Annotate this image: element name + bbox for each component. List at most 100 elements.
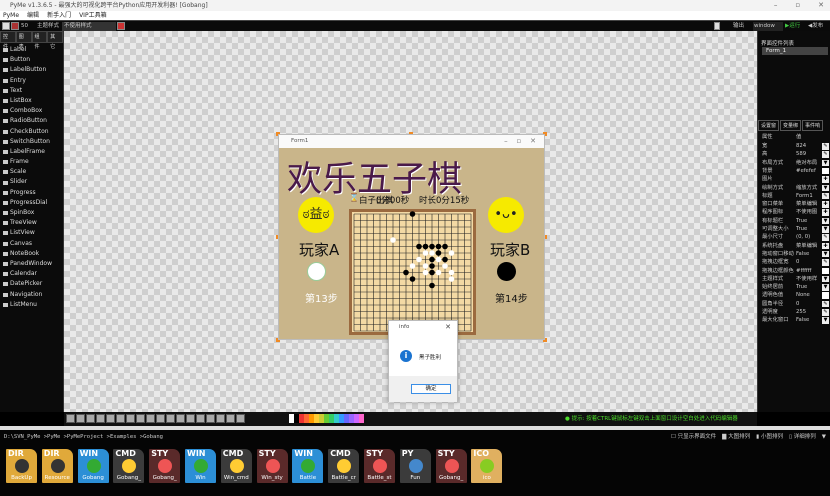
property-value[interactable]: 绝对布局: [796, 159, 820, 167]
property-row[interactable]: 高 589 ✎: [762, 150, 830, 158]
widget-switchbutton[interactable]: SwitchButton: [0, 137, 63, 147]
layout-icon[interactable]: [714, 22, 720, 30]
property-edit-button[interactable]: ▼: [822, 250, 829, 258]
tab-charts[interactable]: 图表: [15, 31, 32, 50]
property-row[interactable]: 窗口菜单 菜单编辑 ✚: [762, 200, 830, 208]
file-win[interactable]: WIN Win: [185, 449, 216, 483]
draw-tool-button[interactable]: [206, 414, 215, 423]
property-value[interactable]: True: [796, 283, 820, 291]
draw-tool-button[interactable]: [96, 414, 105, 423]
property-row[interactable]: 背景 #efefef: [762, 167, 830, 175]
widget-canvas[interactable]: Canvas: [0, 239, 63, 249]
widget-checkbutton[interactable]: CheckButton: [0, 127, 63, 137]
property-value[interactable]: Form1: [796, 192, 820, 200]
large-icons-option[interactable]: ▇ 大图排列: [722, 430, 750, 444]
tab-settings[interactable]: 设置窗: [758, 120, 780, 131]
draw-tool-button[interactable]: [186, 414, 195, 423]
widget-radiobutton[interactable]: RadioButton: [0, 116, 63, 126]
property-value[interactable]: 不使用图: [796, 208, 820, 216]
publish-button[interactable]: ◀发布: [808, 22, 823, 31]
property-edit-button[interactable]: ▼: [822, 184, 829, 191]
file-cmd[interactable]: CMD Battle_cr: [328, 449, 360, 483]
property-edit-button[interactable]: ✎: [822, 234, 829, 241]
property-value[interactable]: 255: [796, 308, 820, 316]
widget-treeview[interactable]: TreeView: [0, 218, 63, 228]
zoom-value[interactable]: 50: [21, 22, 28, 31]
property-value[interactable]: 0: [796, 258, 820, 266]
property-row[interactable]: 标题 Form1 ✎: [762, 192, 830, 200]
menu-beginner[interactable]: 新手入门: [47, 11, 71, 20]
file-sty[interactable]: STY Win_sty: [256, 449, 288, 483]
property-row[interactable]: 主题样式 不使用样 ▼: [762, 275, 830, 283]
draw-tool-button[interactable]: [116, 414, 125, 423]
tab-other[interactable]: 其它: [47, 31, 63, 50]
widget-spinbox[interactable]: SpinBox: [0, 208, 63, 218]
property-edit-button[interactable]: ▼: [822, 275, 829, 283]
tab-components[interactable]: 组件: [31, 31, 48, 50]
property-edit-button[interactable]: ✎: [822, 300, 829, 308]
property-edit-button[interactable]: ✎: [822, 143, 829, 150]
details-option[interactable]: ▯ 详细排列: [789, 430, 816, 444]
property-value[interactable]: #efefef: [796, 167, 820, 175]
property-edit-button[interactable]: ✚: [822, 242, 829, 250]
widget-listmenu[interactable]: ListMenu: [0, 300, 63, 310]
property-value[interactable]: 不使用样: [796, 275, 820, 283]
property-color-swatch[interactable]: [822, 167, 829, 175]
ok-button[interactable]: 确定: [411, 384, 451, 394]
property-edit-button[interactable]: ✚: [822, 201, 829, 208]
image-icon[interactable]: [11, 22, 19, 30]
property-row[interactable]: 始终居前 True ▼: [762, 283, 830, 291]
menu-pyme[interactable]: PyMe: [3, 11, 19, 20]
widget-progress[interactable]: Progress: [0, 188, 63, 198]
draw-tool-button[interactable]: [146, 414, 155, 423]
small-icons-option[interactable]: ▮ 小图排列: [756, 430, 783, 444]
property-value[interactable]: 缩放方式: [796, 184, 820, 192]
property-row[interactable]: 拖动窗口移动 False ▼: [762, 250, 830, 258]
property-value[interactable]: True: [796, 217, 820, 225]
draw-tool-button[interactable]: [216, 414, 225, 423]
property-value[interactable]: 589: [796, 150, 820, 158]
file-ico[interactable]: ICO ico: [471, 449, 503, 483]
dialog-close-button[interactable]: ✕: [445, 321, 451, 334]
widget-navigation[interactable]: Navigation: [0, 290, 63, 300]
form1-window[interactable]: Form1– ▫ ✕ 欢乐五子棋 ⌛ 白子出棋 0分00秒 时长0分15秒 ಠ益…: [278, 134, 545, 340]
only-ui-files-checkbox[interactable]: ☐ 只显示界面文件: [671, 430, 716, 444]
property-edit-button[interactable]: ▼: [822, 217, 829, 225]
widget-button[interactable]: Button: [0, 55, 63, 65]
property-row[interactable]: 系统托盘 菜单编辑 ✚: [762, 242, 830, 250]
draw-tool-button[interactable]: [126, 414, 135, 423]
property-value[interactable]: None: [796, 291, 820, 299]
widget-frame[interactable]: Frame: [0, 157, 63, 167]
tab-variables[interactable]: 变量绑: [780, 120, 802, 131]
file-dir[interactable]: DIR BackUp: [6, 449, 37, 483]
property-color-swatch[interactable]: [822, 267, 829, 274]
dropdown-icon[interactable]: ▼: [822, 430, 826, 444]
property-value[interactable]: 菜单编辑: [796, 200, 820, 208]
widget-datepicker[interactable]: DatePicker: [0, 279, 63, 289]
color-swatch[interactable]: [359, 414, 364, 423]
property-row[interactable]: 圆角半径 0 ✎: [762, 300, 830, 308]
widget-panedwindow[interactable]: PanedWindow: [0, 259, 63, 269]
file-dir[interactable]: DIR Resource: [41, 449, 73, 483]
path-text[interactable]: D:\SVN_PyMe >PyMe >PyMeProject >Examples…: [4, 434, 163, 440]
property-row[interactable]: 绘制方式 缩放方式 ▼: [762, 184, 830, 192]
property-row[interactable]: 拖拽边框颜色 #ffffff: [762, 267, 830, 275]
control-list-item[interactable]: Form_1: [762, 47, 828, 55]
property-row[interactable]: 布局方式 绝对布局 ▼: [762, 159, 830, 167]
palette-icon[interactable]: [117, 22, 125, 30]
property-edit-button[interactable]: ✎: [822, 192, 829, 200]
maximize-button[interactable]: ▫: [795, 0, 800, 11]
property-row[interactable]: 图片 ✚: [762, 175, 830, 183]
close-button[interactable]: ✕: [818, 0, 824, 11]
draw-tool-button[interactable]: [86, 414, 95, 423]
property-edit-button[interactable]: ✚: [822, 209, 829, 216]
file-py[interactable]: PY Fun: [399, 449, 431, 483]
widget-progressdial[interactable]: ProgressDial: [0, 198, 63, 208]
draw-tool-button[interactable]: [76, 414, 85, 423]
widget-calendar[interactable]: Calendar: [0, 269, 63, 279]
property-edit-button[interactable]: ✎: [822, 309, 829, 316]
property-value[interactable]: 0: [796, 300, 820, 308]
property-value[interactable]: 菜单编辑: [796, 242, 820, 250]
theme-select[interactable]: 不使用样式: [62, 22, 116, 31]
property-edit-button[interactable]: ✎: [822, 151, 829, 158]
